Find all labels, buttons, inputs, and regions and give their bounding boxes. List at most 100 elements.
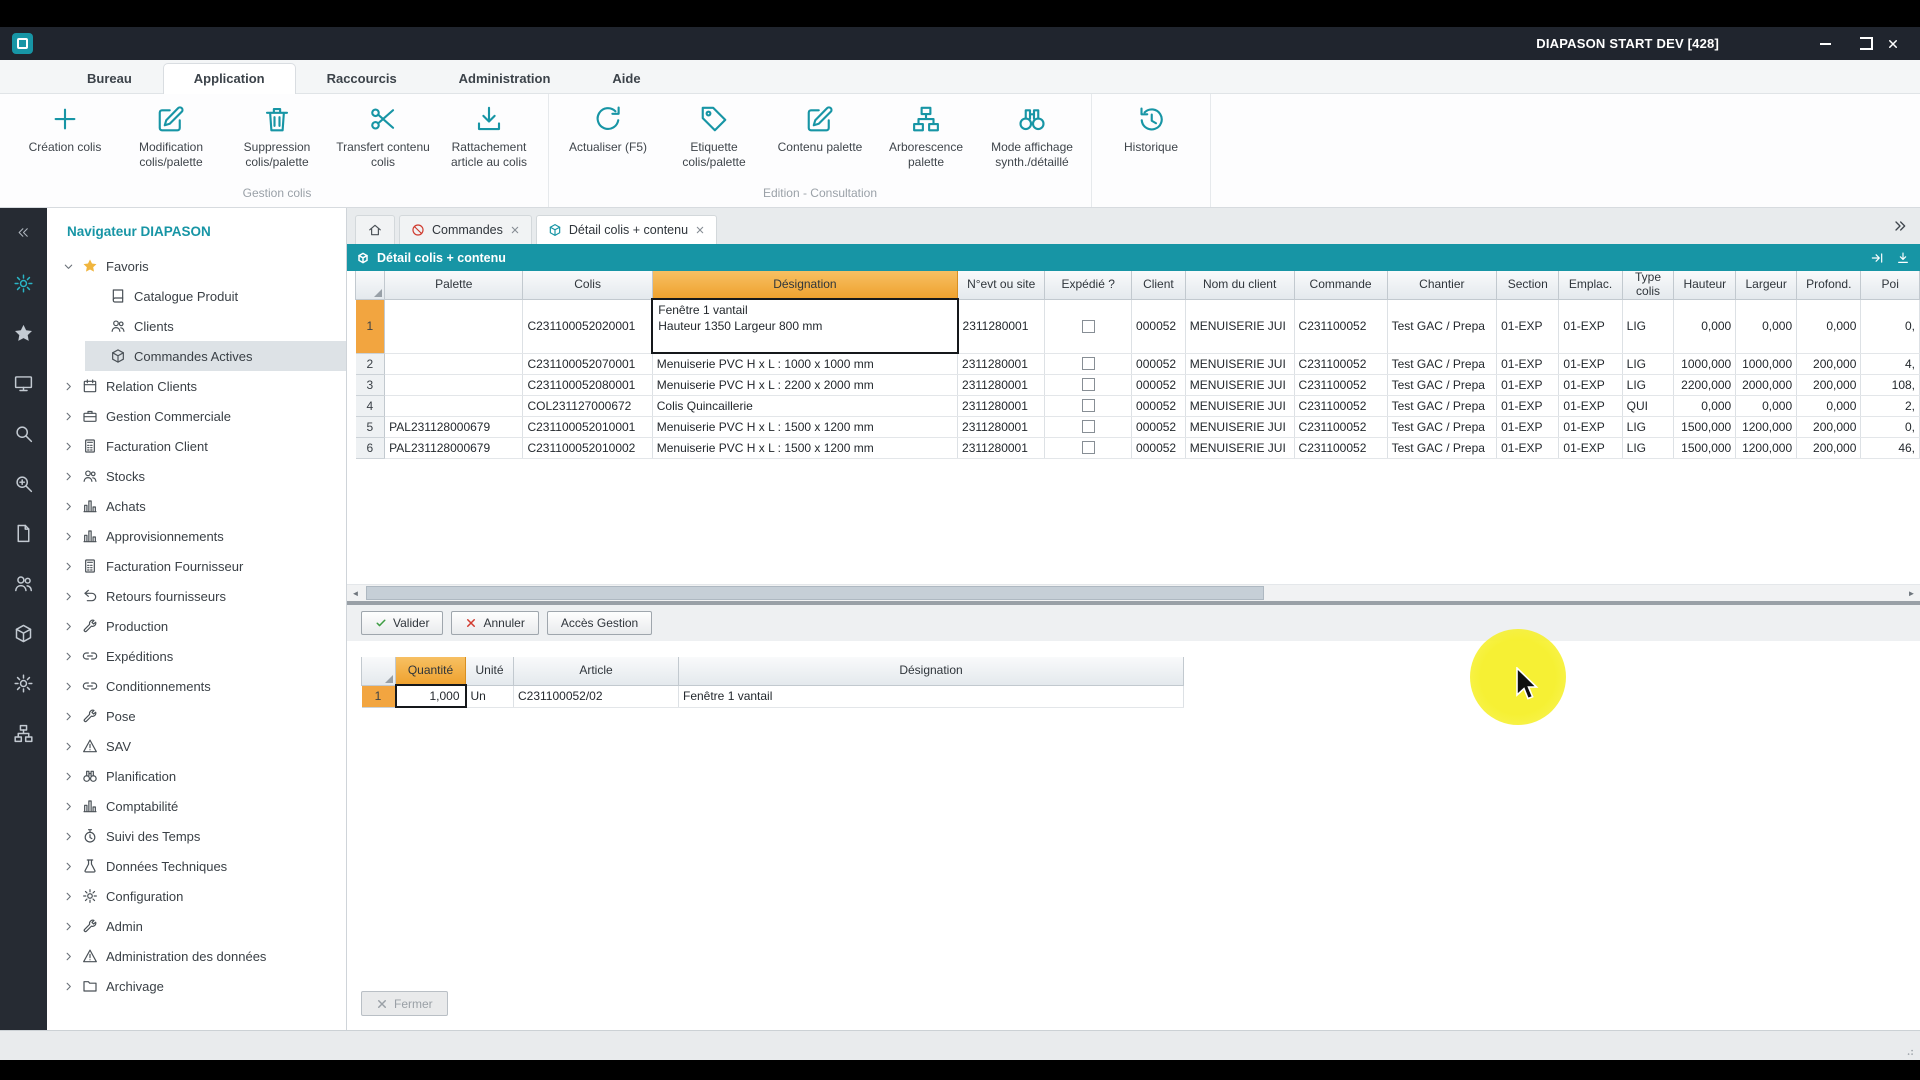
cell-colis[interactable]: C231100052070001 xyxy=(523,353,652,374)
export-icon[interactable] xyxy=(1896,251,1910,265)
tab-detail-colis-contenu[interactable]: Détail colis + contenu xyxy=(536,215,717,244)
sitemap-strip-button[interactable] xyxy=(0,708,47,758)
cell-nevt[interactable]: 2311280001 xyxy=(958,437,1045,458)
nav-item-facturation-fournisseur[interactable]: Facturation Fournisseur xyxy=(47,551,346,581)
cell-hauteur[interactable]: 2200,000 xyxy=(1674,374,1736,395)
expedie-checkbox[interactable] xyxy=(1082,357,1095,370)
nav-item-catalogue-produit[interactable]: Catalogue Produit xyxy=(47,281,346,311)
cell-designation[interactable]: Menuiserie PVC H x L : 2200 x 2000 mm xyxy=(652,374,957,395)
cell-largeur[interactable]: 0,000 xyxy=(1736,395,1797,416)
column-header-section[interactable]: Section xyxy=(1497,271,1559,299)
nav-item-facturation-client[interactable]: Facturation Client xyxy=(47,431,346,461)
nav-item-favoris[interactable]: Favoris xyxy=(47,251,346,281)
nav-item-clients[interactable]: Clients xyxy=(47,311,346,341)
document-strip-button[interactable] xyxy=(0,508,47,558)
ribbon-transfert-contenu-colis[interactable]: Transfert contenu colis xyxy=(330,102,436,170)
cell-hauteur[interactable]: 0,000 xyxy=(1674,299,1736,353)
chevron-right-icon[interactable] xyxy=(63,831,74,842)
column-header-client[interactable]: Client xyxy=(1132,271,1186,299)
cell-chantier[interactable]: Test GAC / Prepa xyxy=(1387,299,1497,353)
cell-palette[interactable] xyxy=(385,353,523,374)
cell-designation[interactable]: Menuiserie PVC H x L : 1500 x 1200 mm xyxy=(652,416,957,437)
cell-commande[interactable]: C231100052 xyxy=(1294,395,1387,416)
cell-poids[interactable]: 0, xyxy=(1861,299,1920,353)
ribbon-etiquette-colis-palette[interactable]: Etiquette colis/palette xyxy=(661,102,767,170)
column-header-colis[interactable]: Colis xyxy=(523,271,652,299)
column-header-num[interactable] xyxy=(362,657,396,685)
column-header-largeur[interactable]: Largeur xyxy=(1736,271,1797,299)
cell-poids[interactable]: 46, xyxy=(1861,437,1920,458)
nav-item-expeditions[interactable]: Expéditions xyxy=(47,641,346,671)
chevron-right-icon[interactable] xyxy=(63,891,74,902)
monitor-strip-button[interactable] xyxy=(0,358,47,408)
cell-palette[interactable] xyxy=(385,395,523,416)
nav-item-comptabilite[interactable]: Comptabilité xyxy=(47,791,346,821)
cell-poids[interactable]: 0, xyxy=(1861,416,1920,437)
cell-commande[interactable]: C231100052 xyxy=(1294,437,1387,458)
cell-nom_client[interactable]: MENUISERIE JUI xyxy=(1185,299,1294,353)
column-header-hauteur[interactable]: Hauteur xyxy=(1674,271,1736,299)
cell-designation[interactable]: Colis Quincaillerie xyxy=(652,395,957,416)
row-number-cell[interactable]: 5 xyxy=(356,416,385,437)
cell-colis[interactable]: C231100052010002 xyxy=(523,437,652,458)
column-header-emplac[interactable]: Emplac. xyxy=(1559,271,1622,299)
column-header-nevt[interactable]: N°evt ou site xyxy=(958,271,1045,299)
cell-nevt[interactable]: 2311280001 xyxy=(958,416,1045,437)
cell-section[interactable]: 01-EXP xyxy=(1497,353,1559,374)
expedie-checkbox[interactable] xyxy=(1082,420,1095,433)
cell-colis[interactable]: COL231127000672 xyxy=(523,395,652,416)
cell-emplac[interactable]: 01-EXP xyxy=(1559,416,1622,437)
nav-item-relation-clients[interactable]: Relation Clients xyxy=(47,371,346,401)
chevron-right-icon[interactable] xyxy=(63,531,74,542)
column-header-chantier[interactable]: Chantier xyxy=(1387,271,1497,299)
cell-profond[interactable]: 200,000 xyxy=(1797,416,1861,437)
nav-item-retours-fournisseurs[interactable]: Retours fournisseurs xyxy=(47,581,346,611)
chevron-right-icon[interactable] xyxy=(63,381,74,392)
fermer-button[interactable]: Fermer xyxy=(361,991,448,1016)
column-header-nom_client[interactable]: Nom du client xyxy=(1185,271,1294,299)
cell-emplac[interactable]: 01-EXP xyxy=(1559,437,1622,458)
nav-item-suivi-des-temps[interactable]: Suivi des Temps xyxy=(47,821,346,851)
cell-commande[interactable]: C231100052 xyxy=(1294,299,1387,353)
cell-client[interactable]: 000052 xyxy=(1132,395,1186,416)
cell-section[interactable]: 01-EXP xyxy=(1497,437,1559,458)
acces-gestion-button[interactable]: Accès Gestion xyxy=(547,611,652,635)
ribbon-creation-colis[interactable]: Création colis xyxy=(12,102,118,155)
cell-nom_client[interactable]: MENUISERIE JUI xyxy=(1185,416,1294,437)
nav-item-achats[interactable]: Achats xyxy=(47,491,346,521)
cell-designation[interactable]: Fenêtre 1 vantail xyxy=(679,685,1184,707)
chevron-right-icon[interactable] xyxy=(63,861,74,872)
cell-client[interactable]: 000052 xyxy=(1132,374,1186,395)
cell-profond[interactable]: 0,000 xyxy=(1797,395,1861,416)
minimize-button[interactable] xyxy=(1814,34,1836,54)
nav-item-commandes-actives[interactable]: Commandes Actives xyxy=(47,341,346,371)
close-tab-icon[interactable] xyxy=(510,225,520,235)
chevron-right-icon[interactable] xyxy=(63,681,74,692)
cell-article[interactable]: C231100052/02 xyxy=(514,685,679,707)
cell-chantier[interactable]: Test GAC / Prepa xyxy=(1387,353,1497,374)
cell-largeur[interactable]: 2000,000 xyxy=(1736,374,1797,395)
cell-type_colis[interactable]: QUI xyxy=(1622,395,1674,416)
chevron-right-icon[interactable] xyxy=(63,771,74,782)
chevron-right-icon[interactable] xyxy=(63,741,74,752)
row-number-cell[interactable]: 2 xyxy=(356,353,385,374)
users-strip-button[interactable] xyxy=(0,558,47,608)
cell-commande[interactable]: C231100052 xyxy=(1294,374,1387,395)
ribbon-actualiser-f5[interactable]: Actualiser (F5) xyxy=(555,102,661,155)
nav-item-admin[interactable]: Admin xyxy=(47,911,346,941)
column-header-profond[interactable]: Profond. xyxy=(1797,271,1861,299)
cell-chantier[interactable]: Test GAC / Prepa xyxy=(1387,374,1497,395)
cell-hauteur[interactable]: 1500,000 xyxy=(1674,416,1736,437)
expedie-checkbox[interactable] xyxy=(1082,441,1095,454)
cell-nevt[interactable]: 2311280001 xyxy=(958,395,1045,416)
ribbon-contenu-palette[interactable]: Contenu palette xyxy=(767,102,873,155)
search-strip-button[interactable] xyxy=(0,408,47,458)
cell-hauteur[interactable]: 0,000 xyxy=(1674,395,1736,416)
cell-section[interactable]: 01-EXP xyxy=(1497,416,1559,437)
cell-palette[interactable] xyxy=(385,299,523,353)
cell-largeur[interactable]: 1200,000 xyxy=(1736,416,1797,437)
chevron-right-icon[interactable] xyxy=(63,441,74,452)
column-header-designation[interactable]: Désignation xyxy=(652,271,957,299)
row-number-cell[interactable]: 3 xyxy=(356,374,385,395)
ribbon-modification-colis-palette[interactable]: Modification colis/palette xyxy=(118,102,224,170)
